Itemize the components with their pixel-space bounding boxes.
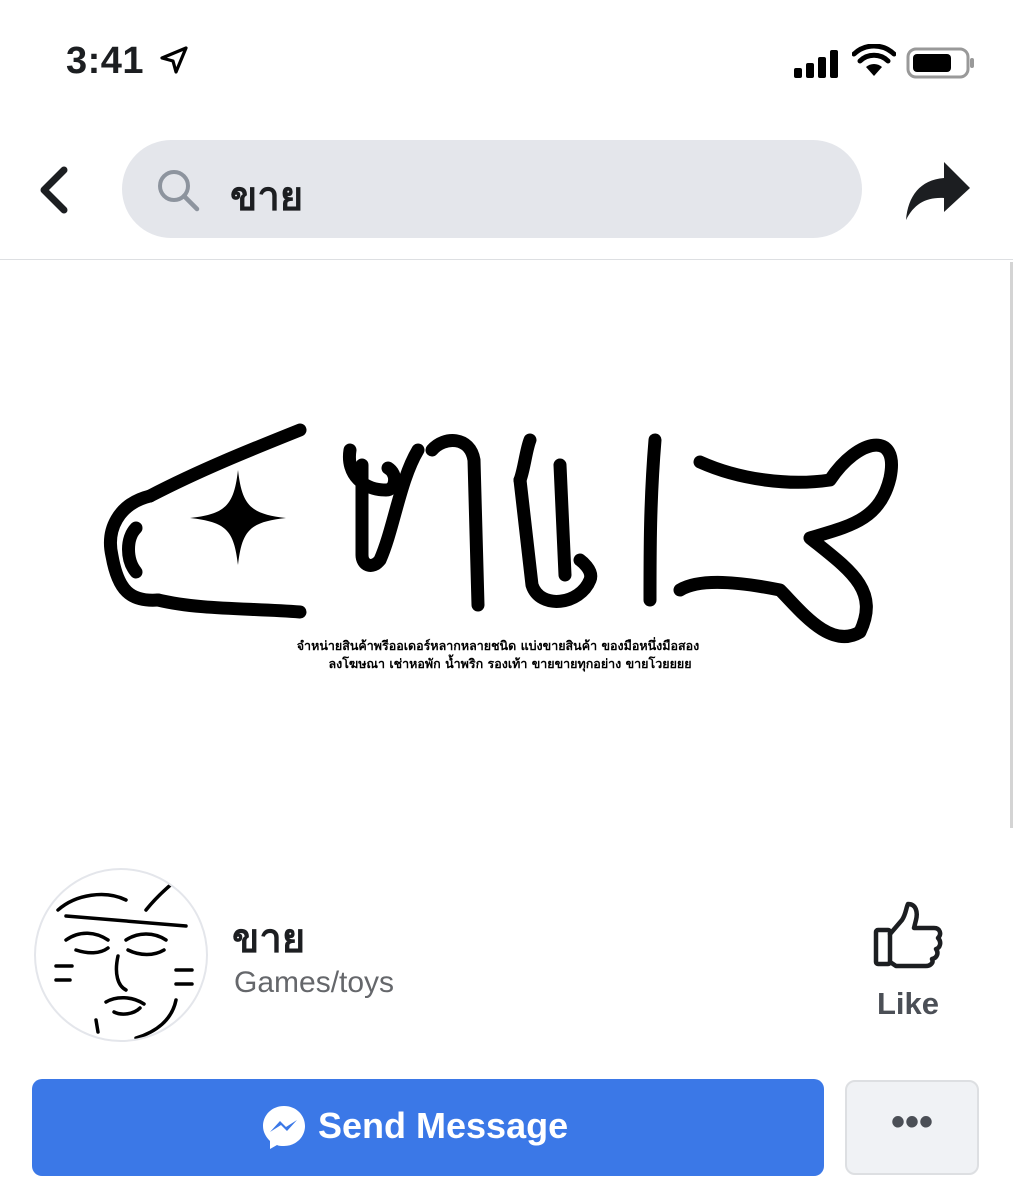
like-label: Like xyxy=(876,986,940,1021)
fish-logo-artwork: จำหน่ายสินค้าพรีออเดอร์หลากหลายชนิด แบ่ง… xyxy=(104,423,898,672)
status-bar: 3:41 xyxy=(0,0,1013,120)
avatar[interactable] xyxy=(34,868,208,1042)
status-time: 3:41 xyxy=(66,40,145,82)
more-options-button[interactable]: ••• xyxy=(845,1080,979,1175)
cover-photo[interactable]: จำหน่ายสินค้าพรีออเดอร์หลากหลายชนิด แบ่ง… xyxy=(0,260,1013,830)
send-message-button[interactable]: Send Message xyxy=(32,1079,824,1176)
cover-caption-line2: ลงโฆษณา เช่าหอพัก น้ำพริก รองเท้า ขายขาย… xyxy=(328,654,691,672)
chevron-left-icon[interactable] xyxy=(30,162,80,218)
cellular-signal-icon xyxy=(794,50,838,78)
share-arrow-icon[interactable] xyxy=(902,160,972,222)
battery-icon xyxy=(906,47,974,79)
thumbs-up-icon xyxy=(873,901,943,969)
like-button[interactable]: Like xyxy=(858,900,958,1030)
search-query-text: ขาย xyxy=(230,174,304,220)
page-name: ขาย xyxy=(232,916,306,962)
top-navigation: ขาย xyxy=(0,140,1013,240)
meme-face-avatar xyxy=(54,880,194,1040)
search-input[interactable]: ขาย xyxy=(122,140,862,238)
location-arrow-icon xyxy=(160,46,188,74)
wifi-icon xyxy=(852,44,896,76)
send-message-label: Send Message xyxy=(318,1105,569,1146)
search-icon xyxy=(158,170,200,212)
more-dots-icon: ••• xyxy=(890,1100,933,1144)
cover-caption-line1: จำหน่ายสินค้าพรีออเดอร์หลากหลายชนิด แบ่ง… xyxy=(297,637,700,653)
messenger-icon xyxy=(263,1106,305,1149)
page-category: Games/toys xyxy=(234,966,395,999)
